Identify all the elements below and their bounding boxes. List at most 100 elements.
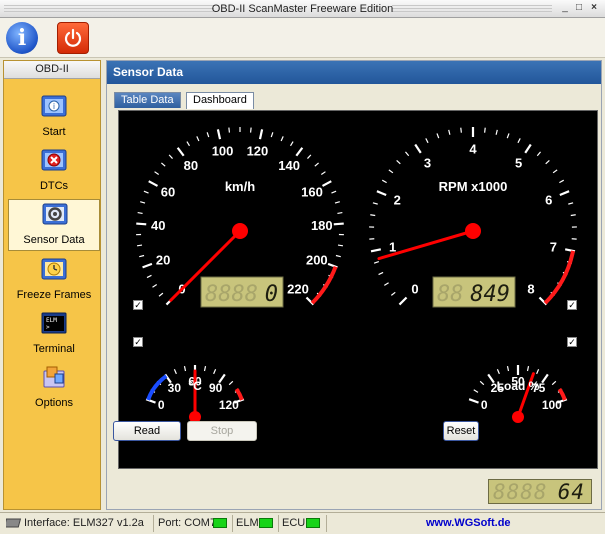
rpm-gauge-tick [398,296,408,306]
rpm-gauge-tick [448,129,451,135]
speed-gauge-tick [337,244,344,247]
temp-gauge-tick [145,398,156,404]
speed-gauge-tick [335,254,341,258]
speed-gauge-tick [249,127,252,133]
speed-gauge-tick [270,132,274,138]
speed-gauge-tick [290,141,294,147]
dtc-icon [41,149,67,171]
speed-gauge-tick-label: 180 [311,218,333,233]
speed-gauge-tick [176,147,185,157]
panel-title: Sensor Data [107,61,601,84]
temp-unit-label: °C [188,379,202,393]
sidebar-item-options[interactable]: Options [8,363,100,415]
speed-gauge-checkbox[interactable]: ✓ [133,300,143,310]
rpm-gauge-tick [396,159,401,165]
speed-gauge-tick-label: 140 [278,158,300,173]
load-gauge-tick [536,369,540,375]
power-icon[interactable] [57,22,89,54]
load-lcd-value: 64 [557,480,585,504]
sidebar-item-freeze-frames[interactable]: Freeze Frames [8,255,100,307]
interface-icon [6,518,22,528]
temp-gauge-tick [228,380,234,386]
speed-gauge-tick-label: 20 [156,252,170,267]
speed-gauge-tick [143,190,149,194]
rpm-gauge-tick [373,261,380,264]
rpm-gauge-tick [381,179,387,184]
sensor-icon [42,203,68,225]
sidebar-item-dtcs[interactable]: DTCs [8,146,100,198]
rpm-gauge-tick [372,202,378,205]
temp-gauge-tick [183,365,187,372]
rpm-gauge-tick [390,291,396,296]
temp-gauge-tick [173,369,177,375]
speed-gauge-tick [216,129,222,140]
window-title: OBD-II ScanMaster Freeware Edition [211,3,394,15]
elm-status-led [259,518,273,528]
rpm-gauge-tick [564,248,576,253]
rpm-gauge-tick-label: 5 [515,155,522,170]
ecu-status-led [306,518,320,528]
rpm-gauge-tick [536,151,541,157]
speed-lcd-value: 0 [265,282,278,307]
speed-gauge-tick-label: 120 [247,144,269,159]
close-button[interactable]: × [587,2,601,15]
sidebar-item-start[interactable]: i Start [8,92,100,144]
speed-gauge-tick [168,154,173,159]
dashboard-gauges: 0204060801001201401601802002200123456780… [136,127,577,423]
load-lcd-ghost: 8888 [493,480,548,504]
stop-button[interactable]: Stop [187,421,257,441]
rpm-gauge-tick [545,159,550,165]
sidebar-item-sensor-data[interactable]: Sensor Data [8,199,100,251]
rpm-gauge-tick-label: 3 [424,155,431,170]
port-status-led [213,518,227,528]
rpm-gauge-tick-label: 6 [545,192,552,207]
sensor-data-panel: Sensor Data Table Data Dashboard 0204060… [106,60,602,510]
read-button[interactable]: Read [113,421,181,441]
load-gauge-tick-label: 0 [481,398,488,412]
reset-button[interactable]: Reset [443,421,479,441]
load-gauge-tick-label: 100 [542,398,562,412]
title-bar: OBD-II ScanMaster Freeware Edition _ □ × [0,0,605,18]
load-gauge-checkbox[interactable]: ✓ [567,337,577,347]
rpm-gauge-tick [370,248,382,253]
speed-gauge-tick-label: 40 [151,218,165,233]
start-icon: i [41,95,67,117]
speed-gauge-tick [154,171,160,176]
rpm-gauge-tick-label: 4 [469,142,477,157]
tab-table-data[interactable]: Table Data [114,92,181,108]
sidebar: OBD-II i Start DTCs Sensor Data Freeze F… [3,60,101,510]
toolbar: i [0,18,605,58]
rpm-gauge-checkbox[interactable]: ✓ [567,300,577,310]
load-unit-label: Load % [497,379,540,393]
speed-gauge-tick [314,162,319,167]
temp-gauge-cold-zone [146,374,168,401]
speed-unit-label: km/h [225,179,255,194]
speed-gauge-tick [333,222,344,226]
info-icon[interactable]: i [6,22,38,54]
load-lcd-display: 8888 64 [488,479,592,504]
rpm-gauge-tick [568,202,574,205]
speed-gauge-tick-label: 220 [287,282,309,297]
load-gauge-tick [496,369,500,375]
maximize-button[interactable]: □ [572,2,586,15]
rpm-gauge-tick [388,169,394,174]
speed-gauge-tick-label: 160 [301,184,323,199]
rpm-gauge-tick [524,143,532,154]
rpm-gauge-tick [384,282,389,286]
minimize-button[interactable]: _ [558,2,572,15]
rpm-lcd-ghost: 88 [437,282,464,307]
status-ecu: ECU [282,517,306,529]
speed-gauge-tick [161,162,166,167]
speed-gauge-tick [331,190,337,194]
temp-gauge-checkbox[interactable]: ✓ [133,337,143,347]
sidebar-item-terminal[interactable]: ELM > Terminal [8,309,100,361]
speed-gauge-tick [321,180,332,187]
website-link[interactable]: www.WGSoft.de [426,517,511,529]
rpm-gauge-tick-label: 2 [394,192,401,207]
speed-gauge-tick [158,292,164,297]
svg-text:ELM: ELM [46,317,57,324]
speed-gauge-tick [307,154,312,159]
tab-dashboard[interactable]: Dashboard [186,92,254,109]
temp-gauge-tick-label: 0 [158,398,165,412]
sidebar-item-label: DTCs [39,180,69,192]
